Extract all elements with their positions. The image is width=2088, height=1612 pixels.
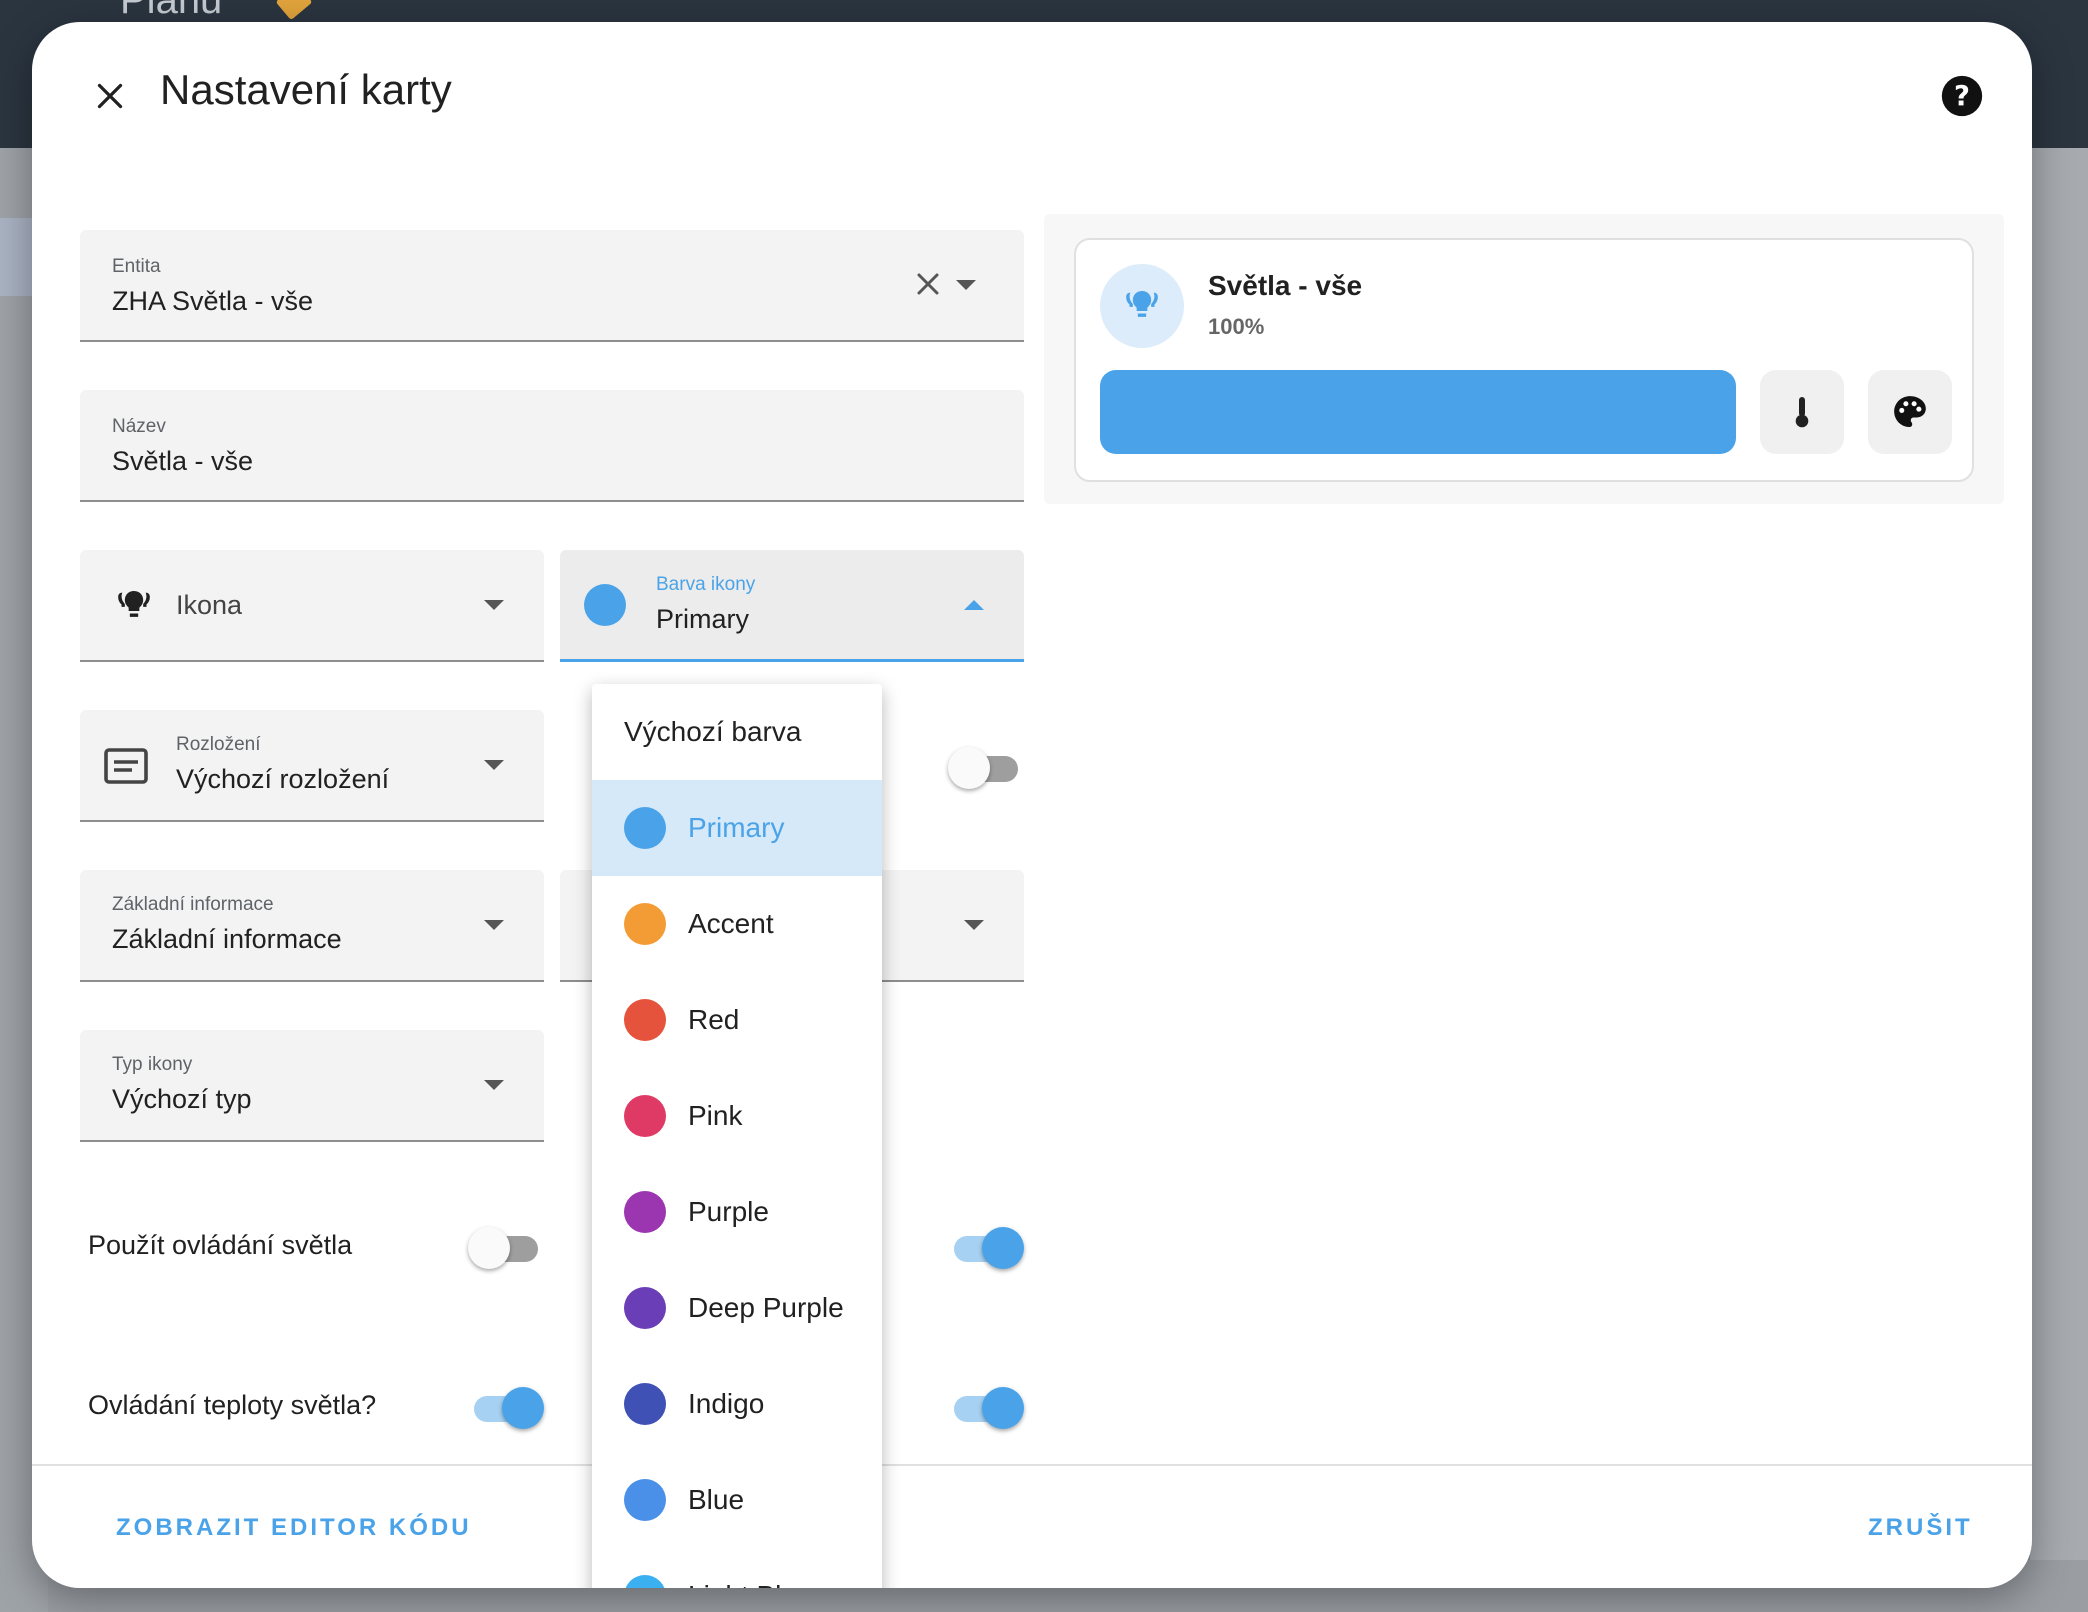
menu-item-label: Deep Purple <box>688 1292 844 1323</box>
pencil-icon <box>275 0 313 21</box>
icon-color-label: Barva ikony <box>656 574 756 595</box>
toggle-thumb <box>948 747 990 789</box>
clear-icon[interactable] <box>910 266 946 302</box>
menu-item-label: Indigo <box>688 1388 765 1419</box>
color-swatch <box>624 1095 666 1137</box>
lightbulb-group-icon <box>1100 264 1184 348</box>
name-value: Světla - vše <box>112 446 254 476</box>
menu-item-light-blue[interactable]: Light Blue <box>592 1548 882 1588</box>
cancel-button[interactable]: ZRUŠIT <box>1868 1514 1973 1542</box>
icon-color-swatch <box>584 584 626 626</box>
menu-item-indigo[interactable]: Indigo <box>592 1356 882 1452</box>
dialog-title: Nastavení karty <box>160 66 452 113</box>
card-layout-icon <box>104 746 148 786</box>
lightbulb-group-icon <box>114 586 154 626</box>
color-swatch <box>624 1191 666 1233</box>
menu-item-label: Blue <box>688 1484 745 1515</box>
primary-info-field[interactable]: Základní informace Základní informace <box>80 870 544 982</box>
toggle-thumb <box>468 1227 510 1269</box>
color-swatch <box>624 1575 666 1588</box>
layout-value: Výchozí rozložení <box>176 764 390 794</box>
toggle-thumb <box>502 1387 544 1429</box>
entity-value: ZHA Světla - vše <box>112 286 314 316</box>
icon-color-menu: Výchozí barva Primary Accent Red Pink Pu… <box>592 684 882 1588</box>
close-icon[interactable] <box>82 68 138 124</box>
color-swatch <box>624 999 666 1041</box>
primary-info-label: Základní informace <box>112 894 274 915</box>
icon-color-field[interactable]: Barva ikony Primary <box>560 550 1024 662</box>
entity-label: Entita <box>112 256 161 277</box>
right-top-toggle[interactable] <box>948 744 1024 792</box>
menu-item-label: Primary <box>688 812 785 843</box>
icon-color-value: Primary <box>656 604 749 634</box>
menu-item-purple[interactable]: Purple <box>592 1164 882 1260</box>
right-bottom-toggle[interactable] <box>948 1384 1024 1432</box>
preview-name: Světla - vše <box>1208 270 1363 301</box>
menu-item-label: Pink <box>688 1100 743 1131</box>
chevron-down-icon[interactable] <box>484 920 504 930</box>
chevron-down-icon[interactable] <box>484 600 504 610</box>
palette-icon[interactable] <box>1868 370 1952 454</box>
light-temperature-toggle[interactable] <box>468 1384 544 1432</box>
use-light-control-toggle[interactable] <box>468 1224 544 1272</box>
menu-item-label: Red <box>688 1004 740 1035</box>
color-swatch <box>624 1287 666 1329</box>
toggle-thumb <box>982 1227 1024 1269</box>
icon-type-value: Výchozí typ <box>112 1084 252 1114</box>
color-swatch <box>624 1383 666 1425</box>
chevron-down-icon[interactable] <box>484 1080 504 1090</box>
menu-item-default-color[interactable]: Výchozí barva <box>592 684 882 780</box>
help-circle-icon[interactable]: ? <box>1936 70 1988 122</box>
background-title: Plánu <box>120 0 223 22</box>
layout-field[interactable]: Rozložení Výchozí rozložení <box>80 710 544 822</box>
layout-label: Rozložení <box>176 734 261 755</box>
chevron-up-icon[interactable] <box>964 600 984 610</box>
use-light-control-label: Použít ovládání světla <box>88 1230 353 1260</box>
icon-value: Ikona <box>176 590 243 620</box>
menu-item-label: Výchozí barva <box>624 716 802 747</box>
menu-item-pink[interactable]: Pink <box>592 1068 882 1164</box>
right-mid-toggle[interactable] <box>948 1224 1024 1272</box>
menu-item-label: Purple <box>688 1196 769 1227</box>
svg-text:?: ? <box>1954 80 1970 112</box>
color-swatch <box>624 807 666 849</box>
icon-field[interactable]: Ikona <box>80 550 544 662</box>
menu-item-label: Light Blue <box>688 1580 813 1588</box>
background-sidebar-selection <box>0 218 32 296</box>
footer-divider <box>32 1464 2032 1466</box>
color-swatch <box>624 1479 666 1521</box>
menu-item-label: Accent <box>688 908 774 939</box>
menu-item-deep-purple[interactable]: Deep Purple <box>592 1260 882 1356</box>
brightness-slider[interactable] <box>1100 370 1736 454</box>
thermometer-icon[interactable] <box>1760 370 1844 454</box>
entity-field[interactable]: Entita ZHA Světla - vše <box>80 230 1024 342</box>
icon-type-field[interactable]: Typ ikony Výchozí typ <box>80 1030 544 1142</box>
show-code-editor-button[interactable]: ZOBRAZIT EDITOR KÓDU <box>116 1514 472 1542</box>
menu-item-accent[interactable]: Accent <box>592 876 882 972</box>
chevron-down-icon[interactable] <box>956 280 976 290</box>
light-card-preview: Světla - vše 100% <box>1074 238 1974 482</box>
toggle-thumb <box>982 1387 1024 1429</box>
menu-item-blue[interactable]: Blue <box>592 1452 882 1548</box>
background-right-panel <box>2030 148 2088 1612</box>
light-temperature-label: Ovládání teploty světla? <box>88 1390 377 1420</box>
chevron-down-icon[interactable] <box>964 920 984 930</box>
name-label: Název <box>112 416 166 437</box>
color-swatch <box>624 903 666 945</box>
icon-type-label: Typ ikony <box>112 1054 193 1075</box>
preview-state: 100% <box>1208 314 1265 339</box>
menu-item-red[interactable]: Red <box>592 972 882 1068</box>
menu-item-primary[interactable]: Primary <box>592 780 882 876</box>
primary-info-value: Základní informace <box>112 924 342 954</box>
chevron-down-icon[interactable] <box>484 760 504 770</box>
card-settings-dialog: Nastavení karty ? Entita ZHA Světla - vš… <box>32 22 2032 1588</box>
name-field[interactable]: Název Světla - vše <box>80 390 1024 502</box>
